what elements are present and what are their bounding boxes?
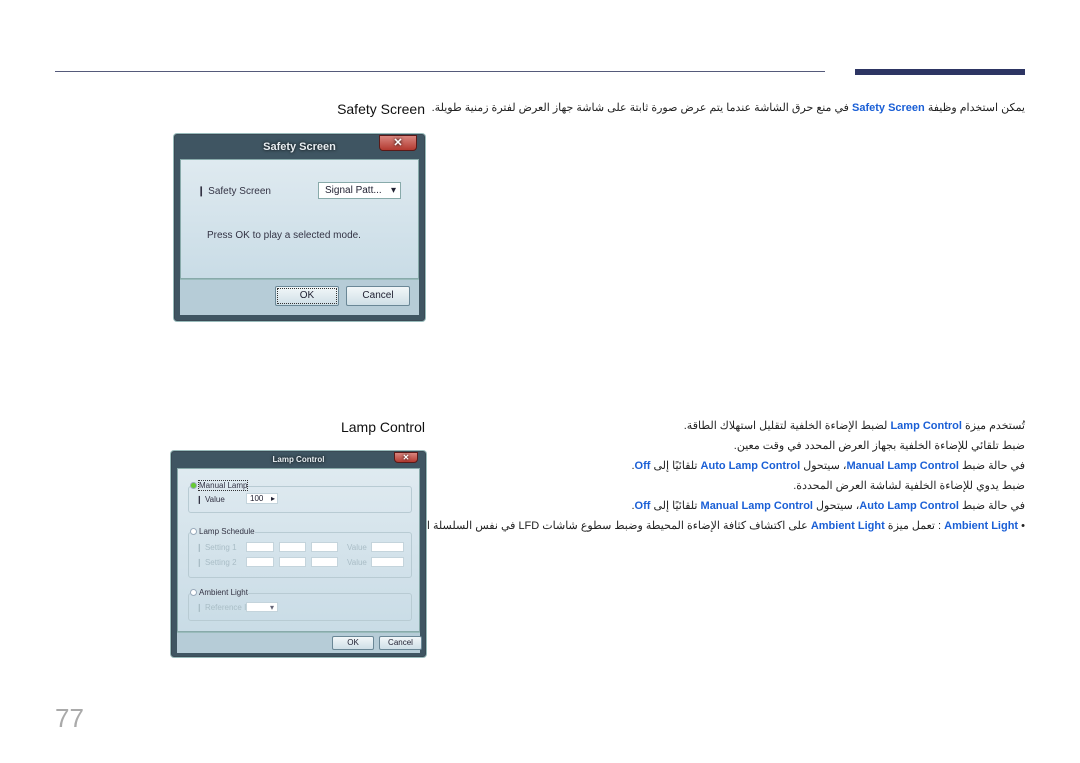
highlighted-term: Off — [634, 460, 651, 472]
highlighted-term: Safety Screen — [852, 102, 925, 114]
setting2-hour-spinner[interactable] — [246, 557, 274, 567]
text-segment: تلقائيًا إلى — [650, 500, 701, 512]
radio-icon — [190, 528, 197, 536]
text-segment: لضبط الإضاءة الخلفية لتقليل استهلاك الطا… — [683, 420, 891, 432]
setting2-ampm-spinner[interactable] — [311, 557, 338, 567]
cancel-button[interactable]: Cancel — [379, 636, 422, 650]
mode-dropdown[interactable]: Signal Patt... ▾ — [318, 182, 401, 199]
chevron-down-icon: ▾ — [390, 185, 396, 196]
text-line: يمكن استخدام وظيفة Safety Screen في منع … — [432, 101, 1025, 114]
text-line: في حالة ضبط Manual Lamp Control، سيتحول … — [631, 459, 1025, 472]
text-segment: • — [1018, 520, 1025, 532]
text-line: ضبط يدوي للإضاءة الخلفية لشاشة العرض الم… — [793, 479, 1025, 492]
radio-selected-icon — [190, 482, 197, 490]
chevron-down-icon: ▾ — [269, 603, 274, 612]
highlighted-term: Auto Lamp Control — [859, 500, 959, 512]
highlighted-term: Off — [634, 500, 651, 512]
text-segment: يمكن استخدام وظيفة — [924, 102, 1025, 114]
value-label: ❙ Value — [196, 495, 225, 504]
text-segment: في حالة ضبط — [958, 460, 1025, 472]
setting1-hour-spinner[interactable] — [246, 542, 274, 552]
close-button[interactable]: ✕ — [394, 452, 418, 463]
text-line: ضبط تلقائي للإضاءة الخلفية بجهاز العرض ا… — [734, 439, 1025, 452]
highlighted-term: Manual Lamp Control — [700, 500, 813, 512]
text-segment: تُستخدم ميزة — [961, 420, 1025, 432]
text-segment: في حالة ضبط — [958, 500, 1025, 512]
setting2-minute-spinner[interactable] — [279, 557, 306, 567]
reference-id-dropdown[interactable]: ▾ — [246, 602, 278, 612]
text-segment: ضبط تلقائي للإضاءة الخلفية بجهاز العرض ا… — [733, 440, 1025, 452]
setting1-minute-spinner[interactable] — [279, 542, 306, 552]
arrow-right-icon: ▸ — [270, 494, 275, 503]
text-segment: : تعمل ميزة — [884, 520, 945, 532]
value-input[interactable]: 100 ▸ — [246, 493, 278, 504]
ambient-light-radio[interactable]: Ambient Light — [190, 588, 248, 597]
setting1-value-label: Value — [347, 543, 367, 552]
reference-id-label: ❙ Reference ID — [196, 603, 253, 612]
highlighted-term: Lamp Control — [890, 420, 962, 432]
highlighted-term: Auto Lamp Control — [700, 460, 801, 472]
safety-screen-heading: Safety Screen — [337, 101, 425, 117]
highlighted-term: Ambient Light — [944, 520, 1019, 532]
radio-icon — [190, 589, 197, 597]
highlighted-term: Manual Lamp Control — [846, 460, 959, 472]
setting2-label: ❙ Setting 2 — [196, 558, 237, 567]
header-rule — [55, 71, 825, 72]
ok-button[interactable]: OK — [332, 636, 374, 650]
cancel-button[interactable]: Cancel — [346, 286, 410, 306]
lamp-schedule-radio[interactable]: Lamp Schedule — [190, 527, 255, 536]
setting1-ampm-spinner[interactable] — [311, 542, 338, 552]
text-segment: ، سيتحول — [812, 500, 860, 512]
dialog-title: Lamp Control — [272, 455, 325, 464]
text-line: في حالة ضبط Auto Lamp Control، سيتحول Ma… — [631, 499, 1025, 512]
text-segment: ضبط يدوي للإضاءة الخلفية لشاشة العرض الم… — [793, 480, 1025, 492]
lamp-control-heading: Lamp Control — [340, 419, 425, 435]
text-segment: على اكتشاف كثافة الإضاءة المحيطة وضبط سط… — [381, 520, 811, 532]
lamp-control-dialog: Lamp Control ✕ Manual Lamp ❙ Value 100 ▸ … — [171, 451, 426, 657]
setting1-label: ❙ Setting 1 — [196, 543, 237, 552]
instruction-text: Press OK to play a selected mode. — [207, 230, 361, 241]
safety-screen-dialog: Safety Screen ✕ ❙ Safety Screen Signal P… — [174, 134, 425, 321]
setting2-value-label: Value — [347, 558, 367, 567]
setting2-value-input[interactable] — [371, 557, 404, 567]
dialog-title: Safety Screen — [263, 141, 336, 153]
page-number: 77 — [55, 703, 84, 733]
text-line: تُستخدم ميزة Lamp Control لضبط الإضاءة ا… — [684, 419, 1025, 432]
text-segment: ، سيتحول — [800, 460, 847, 472]
highlighted-term: Ambient Light — [810, 520, 885, 532]
manual-lamp-radio[interactable]: Manual Lamp — [190, 480, 249, 491]
safety-screen-label: ❙ Safety Screen — [197, 186, 271, 197]
setting1-value-input[interactable] — [371, 542, 404, 552]
text-segment: تلقائيًا إلى — [650, 460, 701, 472]
text-line: • Ambient Light : تعمل ميزة Ambient Ligh… — [381, 519, 1025, 532]
header-accent-bar — [855, 69, 1025, 75]
text-segment: في منع حرق الشاشة عندما يتم عرض صورة ثاب… — [431, 102, 852, 114]
ok-button[interactable]: OK — [275, 286, 339, 306]
close-button[interactable]: ✕ — [379, 135, 417, 151]
